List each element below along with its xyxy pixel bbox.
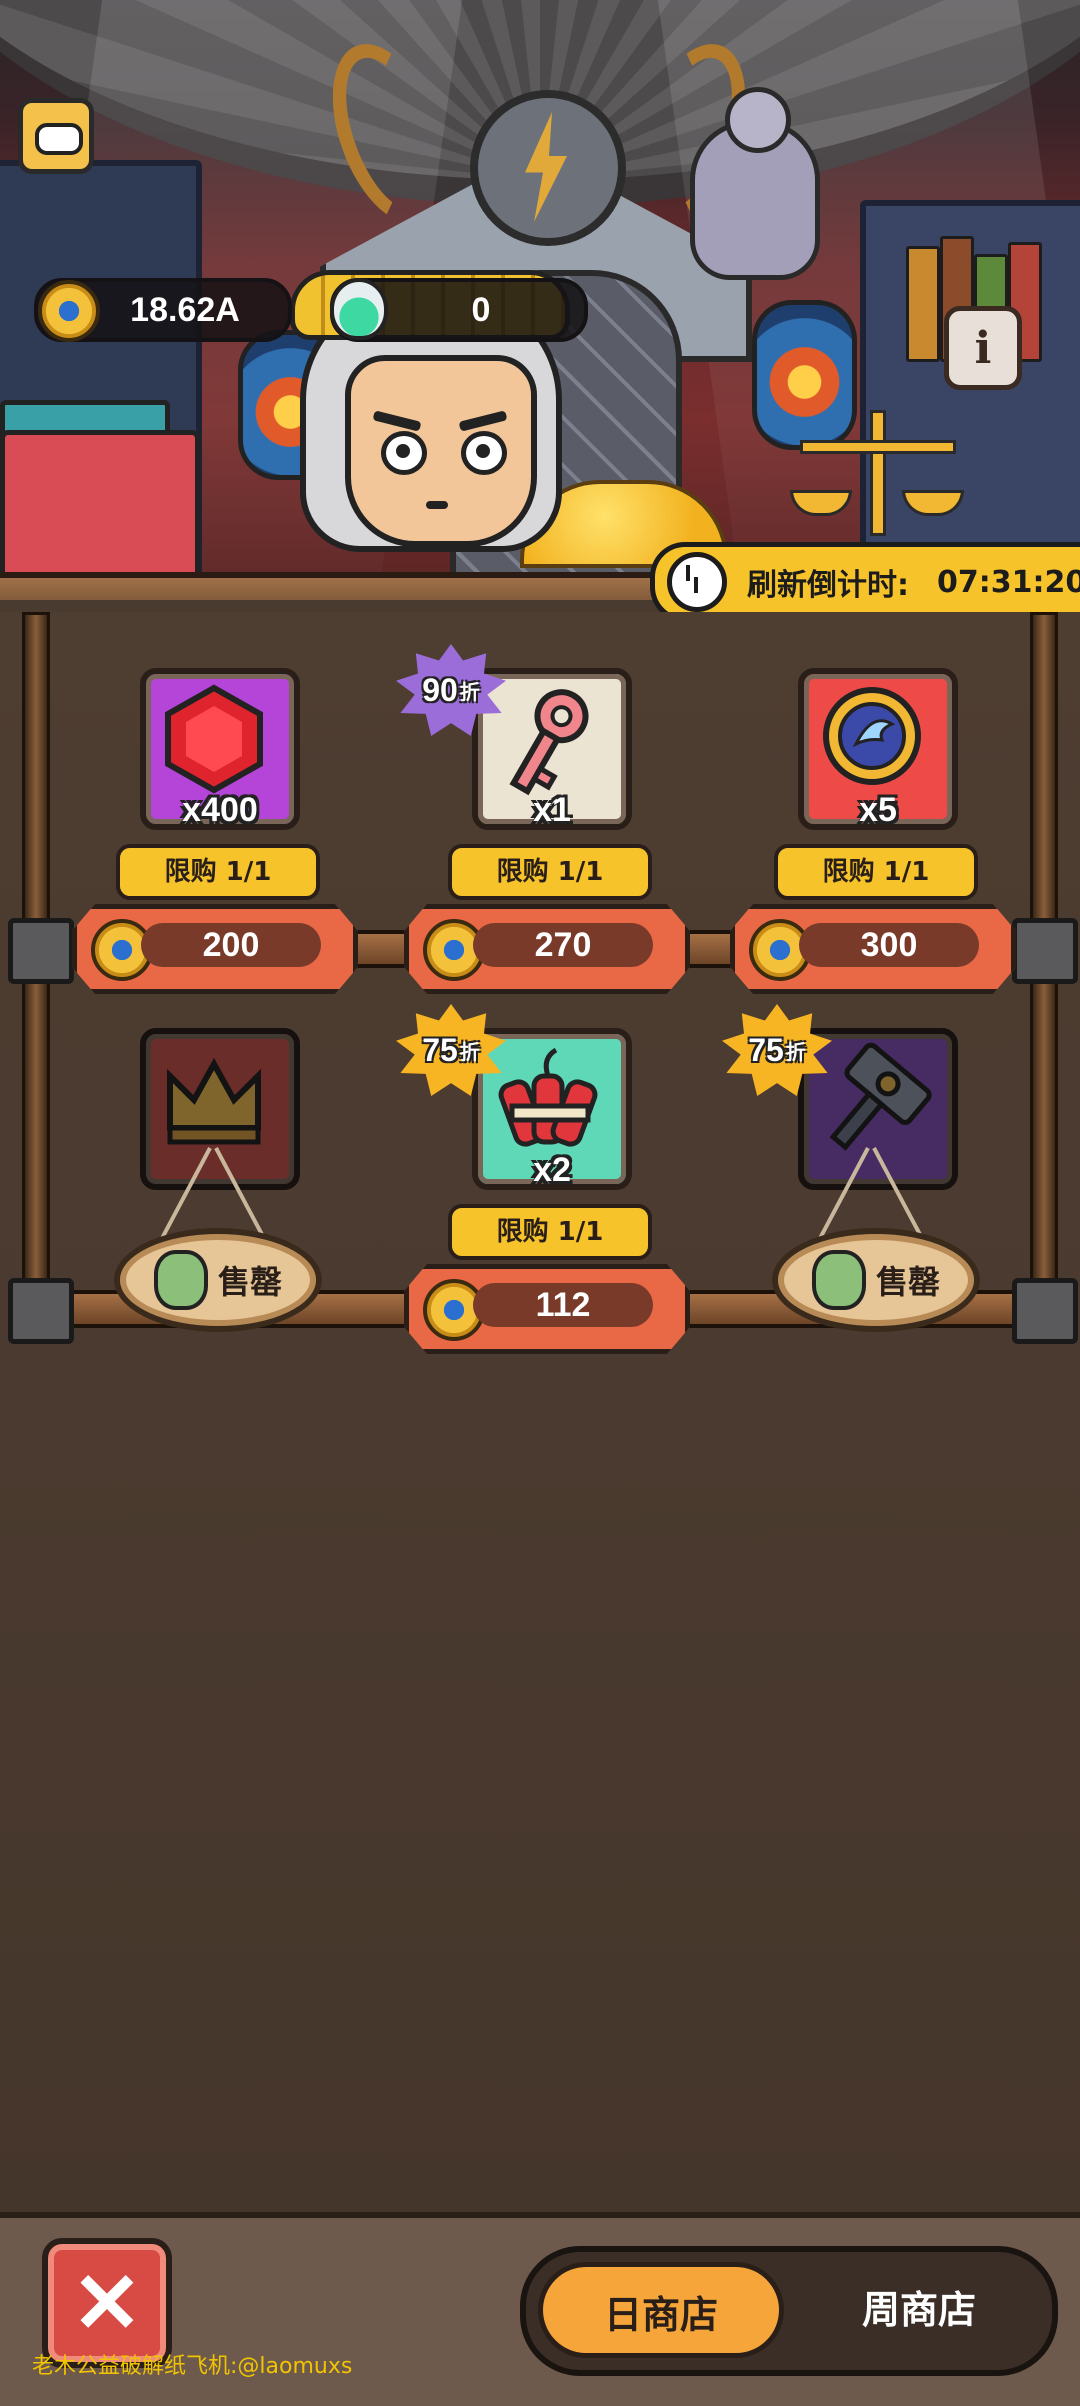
sold-out-sign: 售罄 [114,1228,322,1332]
buy-button[interactable]: 112 [404,1264,690,1354]
item-quantity: x2 [533,1151,571,1189]
purchase-limit-badge: 限购 1/1 [448,1204,652,1260]
shop-item-crown-sold: 售罄 [58,1028,358,1388]
price-value: 300 [799,923,979,967]
price-value: 112 [473,1283,653,1327]
info-icon: i [974,322,992,374]
goblin-icon [811,1250,866,1310]
lightning-emblem [470,90,626,246]
crown-icon [167,1057,261,1145]
item-quantity: x5 [859,791,897,829]
shop-item-wing-token[interactable]: x5 限购 1/1 300 [716,668,1016,1028]
rail-cap [1012,918,1078,984]
discount-value: 75 [422,1031,458,1068]
gift-box-red [0,430,200,580]
pigeon [690,87,820,280]
clock-icon [667,552,727,612]
shop-item-hammer-sold: 75 折 售罄 [716,1004,1016,1388]
item-quantity: x400 [182,791,258,829]
watermark-text: 老木公益破解纸飞机:@laomuxs [32,2354,353,2379]
price-value: 270 [473,923,653,967]
buy-button[interactable]: 300 [730,904,1016,994]
sold-out-label: 售罄 [217,1263,282,1301]
buy-button[interactable]: 200 [72,904,358,994]
player-avatar[interactable] [18,98,94,174]
buy-button[interactable]: 270 [404,904,690,994]
potion-amount: 0 [471,290,491,329]
golden-scales [790,410,964,540]
purchase-limit-badge: 限购 1/1 [448,844,652,900]
item-card[interactable]: x400 [140,668,300,830]
refresh-time: 07:31:20 [937,564,1080,600]
price-value: 200 [141,923,321,967]
sold-out-sign: 售罄 [772,1228,980,1332]
item-card [798,1028,958,1190]
shop-item-key[interactable]: x1 90 折 限购 1/1 270 [390,644,690,1028]
coin-balance: 18.62A [34,278,292,342]
potion-icon [330,278,388,340]
coin-icon [38,280,100,342]
item-card[interactable]: x5 [798,668,958,830]
character-face [345,355,537,547]
info-button[interactable]: i [944,306,1022,390]
discount-suffix: 折 [459,681,480,704]
discount-value: 90 [422,671,458,708]
goblin-icon [153,1250,208,1310]
shop-tabs: 日商店 周商店 [520,2246,1058,2376]
item-card[interactable]: x2 [472,1028,632,1190]
discount-suffix: 折 [785,1041,806,1064]
rail-cap [1012,1278,1078,1344]
refresh-label: 刷新倒计时: [747,568,909,603]
sold-out-label: 售罄 [875,1263,940,1301]
hammer-icon [829,1042,932,1151]
item-card[interactable]: x1 [472,668,632,830]
lightning-bolt-icon [525,112,567,222]
shop-item-ruby[interactable]: x400 限购 1/1 200 [58,668,358,1028]
purchase-limit-badge: 限购 1/1 [774,844,978,900]
item-quantity: x1 [533,791,571,829]
shop-item-dynamite[interactable]: x2 75 折 限购 1/1 112 [390,1004,690,1388]
item-card [140,1028,300,1190]
tab-weekly-shop[interactable]: 周商店 [796,2262,1042,2358]
coin-amount: 18.62A [130,290,240,329]
potion-balance: 0 [330,278,588,342]
tab-daily-shop[interactable]: 日商店 [538,2262,784,2358]
close-icon: ✕ [71,2256,143,2350]
discount-suffix: 折 [459,1041,480,1064]
refresh-countdown: 刷新倒计时: 07:31:20 [650,542,1080,622]
purchase-limit-badge: 限购 1/1 [116,844,320,900]
discount-value: 75 [748,1031,784,1068]
